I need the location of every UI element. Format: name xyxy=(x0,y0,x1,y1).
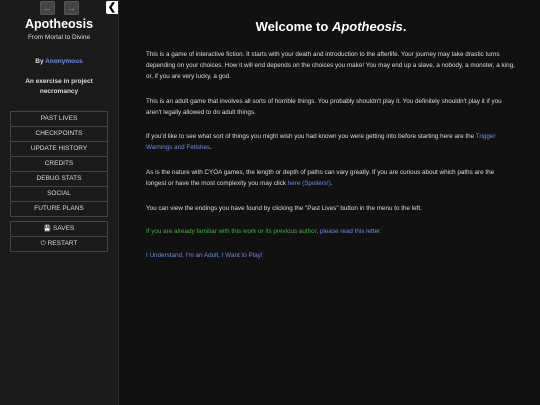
title-suffix: . xyxy=(402,19,407,34)
menu-checkpoints[interactable]: CHECKPOINTS xyxy=(10,126,108,142)
menu-update-history[interactable]: UPDATE HISTORY xyxy=(10,141,108,157)
menu-credits[interactable]: CREDITS xyxy=(10,156,108,172)
title-prefix: Welcome to xyxy=(255,19,332,34)
endings-paragraph: You can view the endings you have found … xyxy=(146,205,422,212)
path-length-paragraph: As is the nature with CYOA games, the le… xyxy=(146,167,516,189)
letter-intro-text: If you are already familiar with this wo… xyxy=(146,228,320,235)
path-length-end: . xyxy=(330,180,333,188)
trigger-warning-end: . xyxy=(210,144,212,152)
main-passage-area: Welcome to Apotheosis. This is a game of… xyxy=(119,0,540,405)
power-icon: ⏻ xyxy=(40,240,46,247)
author-link[interactable]: Anonymous xyxy=(45,58,83,65)
start-game-link[interactable]: I Understand, I'm an Adult, I Want to Pl… xyxy=(146,252,262,259)
saves-label: SAVES xyxy=(53,225,75,232)
story-author: By Anonymous xyxy=(0,58,118,65)
core-menu: 💾 SAVES ⏻ RESTART xyxy=(10,221,108,252)
author-prefix: By xyxy=(35,58,46,65)
story-subtitle: From Mortal to Divine xyxy=(27,34,91,41)
restart-button[interactable]: ⏻ RESTART xyxy=(10,236,108,252)
spoilers-link[interactable]: here (Spoilers!) xyxy=(288,180,331,187)
menu-debug-stats[interactable]: DEBUG STATS xyxy=(10,171,108,187)
restart-label: RESTART xyxy=(47,240,78,247)
saves-button[interactable]: 💾 SAVES xyxy=(10,221,108,237)
menu-future-plans[interactable]: FUTURE PLANS xyxy=(10,201,108,217)
menu-social[interactable]: SOCIAL xyxy=(10,186,108,202)
intro-paragraph: This is a game of interactive fiction. I… xyxy=(146,51,515,81)
history-back-button[interactable]: ← xyxy=(40,1,55,15)
passage-title: Welcome to Apotheosis. xyxy=(146,19,516,34)
title-game-name: Apotheosis xyxy=(331,19,403,34)
adult-warning-paragraph: This is an adult game that involves all … xyxy=(146,98,502,117)
story-tagline: An exercise in project necromancy xyxy=(25,78,93,95)
menu-past-lives[interactable]: PAST LIVES xyxy=(10,111,108,127)
story-title: Apotheosis xyxy=(24,17,94,31)
letter-paragraph: If you are already familiar with this wo… xyxy=(146,226,516,237)
save-icon: 💾 xyxy=(43,226,52,232)
sidebar: ← → ❮ Apotheosis From Mortal to Divine B… xyxy=(0,0,119,405)
history-forward-button[interactable]: → xyxy=(64,1,79,15)
start-paragraph: I Understand, I'm an Adult, I Want to Pl… xyxy=(146,250,516,261)
letter-end: . xyxy=(379,228,382,235)
trigger-warning-paragraph: If you'd like to see what sort of things… xyxy=(146,131,516,153)
read-letter-link[interactable]: please read this letter xyxy=(320,228,380,235)
story-menu: PAST LIVES CHECKPOINTS UPDATE HISTORY CR… xyxy=(10,111,108,217)
sidebar-toggle-button[interactable]: ❮ xyxy=(106,1,118,14)
trigger-warning-text: If you'd like to see what sort of things… xyxy=(146,133,476,140)
